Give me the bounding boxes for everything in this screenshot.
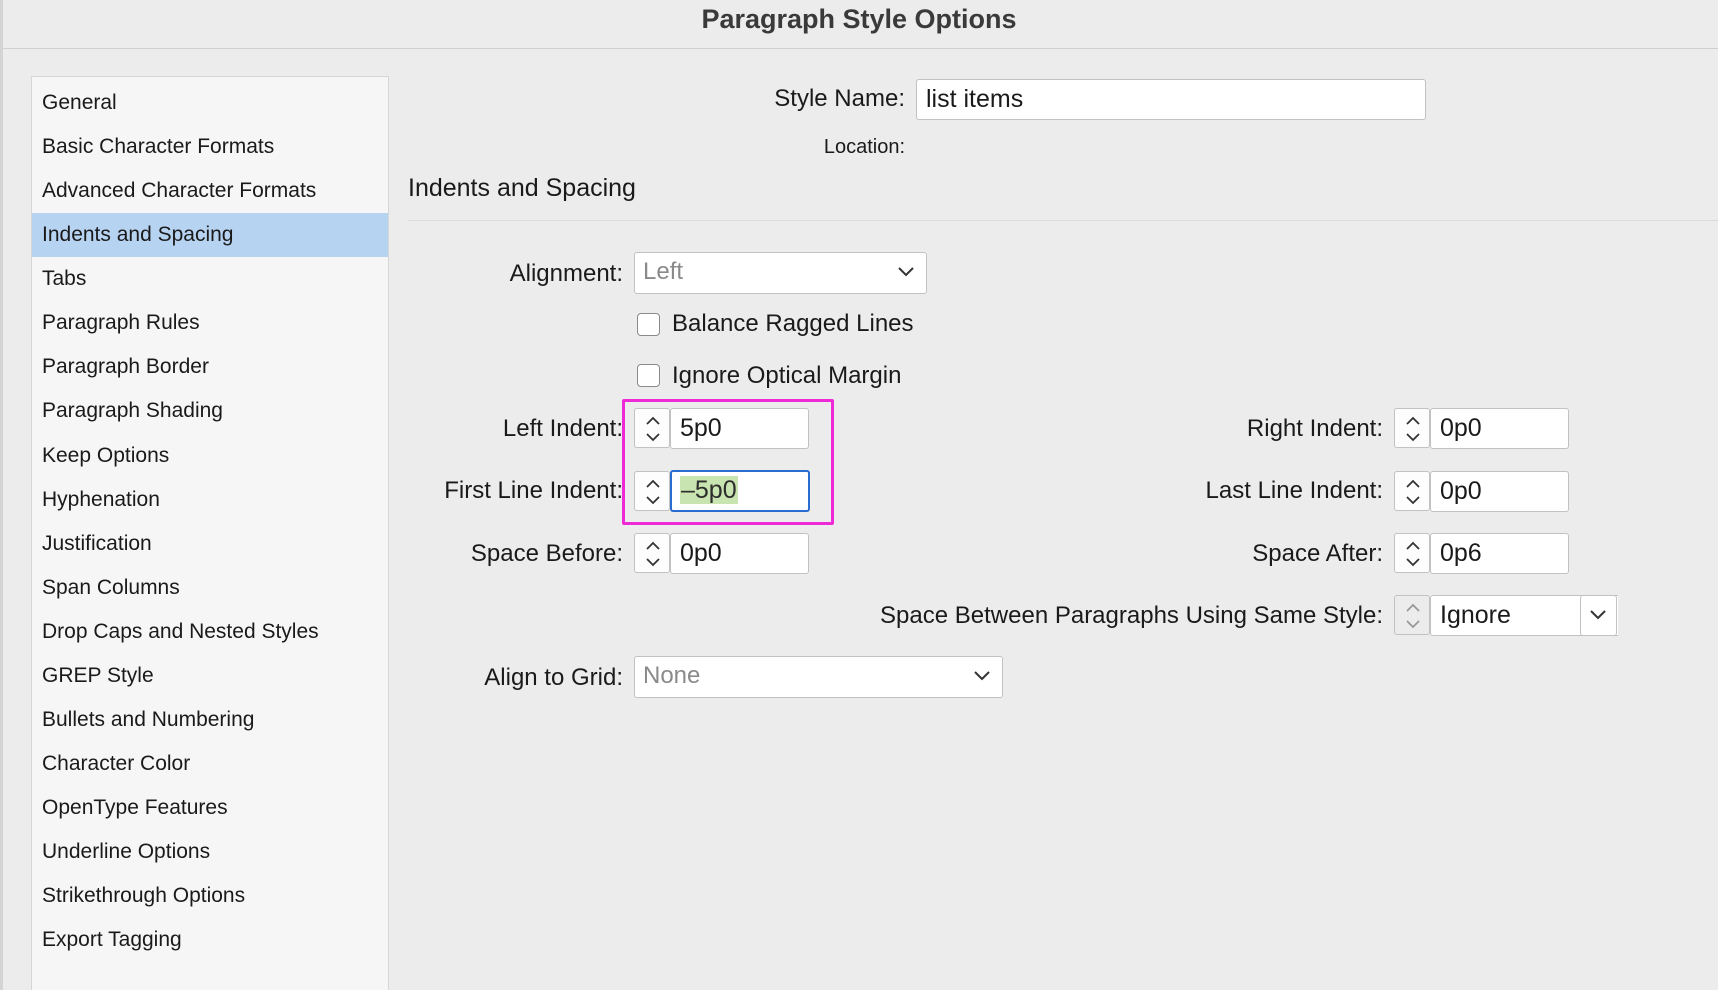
window-edge bbox=[0, 0, 3, 990]
ignore-optical-margin-checkbox[interactable] bbox=[637, 364, 660, 387]
space-before-label: Space Before: bbox=[470, 540, 623, 567]
sidebar-item-underline-options[interactable]: Underline Options bbox=[32, 830, 388, 874]
dialog-title: Paragraph Style Options bbox=[701, 4, 1017, 34]
style-name-input[interactable]: list items bbox=[916, 79, 1426, 120]
sidebar-item-basic-character-formats[interactable]: Basic Character Formats bbox=[32, 125, 388, 169]
stepper-arrows-icon bbox=[1406, 541, 1420, 567]
sidebar-item-keep-options[interactable]: Keep Options bbox=[32, 434, 388, 478]
section-divider bbox=[408, 220, 1718, 221]
sidebar-item-character-color[interactable]: Character Color bbox=[32, 742, 388, 786]
left-indent-label: Left Indent: bbox=[502, 415, 623, 442]
sidebar-item-bullets-and-numbering[interactable]: Bullets and Numbering bbox=[32, 698, 388, 742]
sidebar-item-general[interactable]: General bbox=[32, 81, 388, 125]
first-line-indent-label: First Line Indent: bbox=[444, 477, 623, 504]
sidebar-item-paragraph-rules[interactable]: Paragraph Rules bbox=[32, 301, 388, 345]
stepper-arrows-icon bbox=[1406, 603, 1420, 629]
balance-ragged-lines-checkbox[interactable] bbox=[637, 313, 660, 336]
chevron-down-icon bbox=[1590, 610, 1606, 620]
alignment-label: Alignment: bbox=[509, 260, 623, 287]
sidebar-item-indents-and-spacing[interactable]: Indents and Spacing bbox=[32, 213, 388, 257]
right-indent-input[interactable]: 0p0 bbox=[1430, 408, 1569, 449]
space-after-stepper[interactable] bbox=[1394, 533, 1430, 573]
space-before-stepper[interactable] bbox=[634, 533, 670, 573]
balance-ragged-lines-label: Balance Ragged Lines bbox=[672, 310, 914, 337]
space-between-dropdown-button[interactable] bbox=[1580, 595, 1617, 636]
right-indent-label: Right Indent: bbox=[1246, 415, 1383, 442]
space-after-label: Space After: bbox=[1252, 540, 1383, 567]
sidebar-item-tabs[interactable]: Tabs bbox=[32, 257, 388, 301]
section-title: Indents and Spacing bbox=[408, 174, 636, 202]
sidebar-item-hyphenation[interactable]: Hyphenation bbox=[32, 478, 388, 522]
space-between-stepper[interactable] bbox=[1394, 595, 1430, 635]
sidebar-item-advanced-character-formats[interactable]: Advanced Character Formats bbox=[32, 169, 388, 213]
sidebar-item-opentype-features[interactable]: OpenType Features bbox=[32, 786, 388, 830]
sidebar-item-span-columns[interactable]: Span Columns bbox=[32, 566, 388, 610]
align-to-grid-value: None bbox=[643, 662, 701, 689]
chevron-down-icon bbox=[974, 671, 990, 681]
sidebar-item-paragraph-shading[interactable]: Paragraph Shading bbox=[32, 389, 388, 433]
annotation-highlight-box bbox=[622, 399, 834, 525]
right-indent-stepper[interactable] bbox=[1394, 408, 1430, 448]
sidebar-item-justification[interactable]: Justification bbox=[32, 522, 388, 566]
align-to-grid-dropdown[interactable]: None bbox=[634, 656, 1003, 698]
category-sidebar: General Basic Character Formats Advanced… bbox=[31, 76, 389, 990]
stepper-arrows-icon bbox=[1406, 416, 1420, 442]
stepper-arrows-icon bbox=[646, 541, 660, 567]
last-line-indent-stepper[interactable] bbox=[1394, 471, 1430, 511]
space-before-input[interactable]: 0p0 bbox=[670, 533, 809, 574]
space-after-input[interactable]: 0p6 bbox=[1430, 533, 1569, 574]
sidebar-item-paragraph-border[interactable]: Paragraph Border bbox=[32, 345, 388, 389]
space-between-paragraphs-label: Space Between Paragraphs Using Same Styl… bbox=[880, 602, 1383, 629]
alignment-dropdown[interactable]: Left bbox=[634, 252, 927, 294]
last-line-indent-input[interactable]: 0p0 bbox=[1430, 471, 1569, 512]
location-label: Location: bbox=[823, 136, 905, 158]
style-name-label: Style Name: bbox=[774, 85, 905, 112]
alignment-value: Left bbox=[643, 258, 684, 285]
chevron-down-icon bbox=[898, 267, 914, 277]
sidebar-item-drop-caps-and-nested-styles[interactable]: Drop Caps and Nested Styles bbox=[32, 610, 388, 654]
sidebar-item-strikethrough-options[interactable]: Strikethrough Options bbox=[32, 874, 388, 918]
sidebar-item-export-tagging[interactable]: Export Tagging bbox=[32, 918, 388, 962]
title-bar: Paragraph Style Options bbox=[0, 0, 1718, 49]
sidebar-item-grep-style[interactable]: GREP Style bbox=[32, 654, 388, 698]
stepper-arrows-icon bbox=[1406, 479, 1420, 505]
last-line-indent-label: Last Line Indent: bbox=[1205, 477, 1383, 504]
align-to-grid-label: Align to Grid: bbox=[484, 664, 623, 691]
ignore-optical-margin-label: Ignore Optical Margin bbox=[672, 362, 902, 389]
